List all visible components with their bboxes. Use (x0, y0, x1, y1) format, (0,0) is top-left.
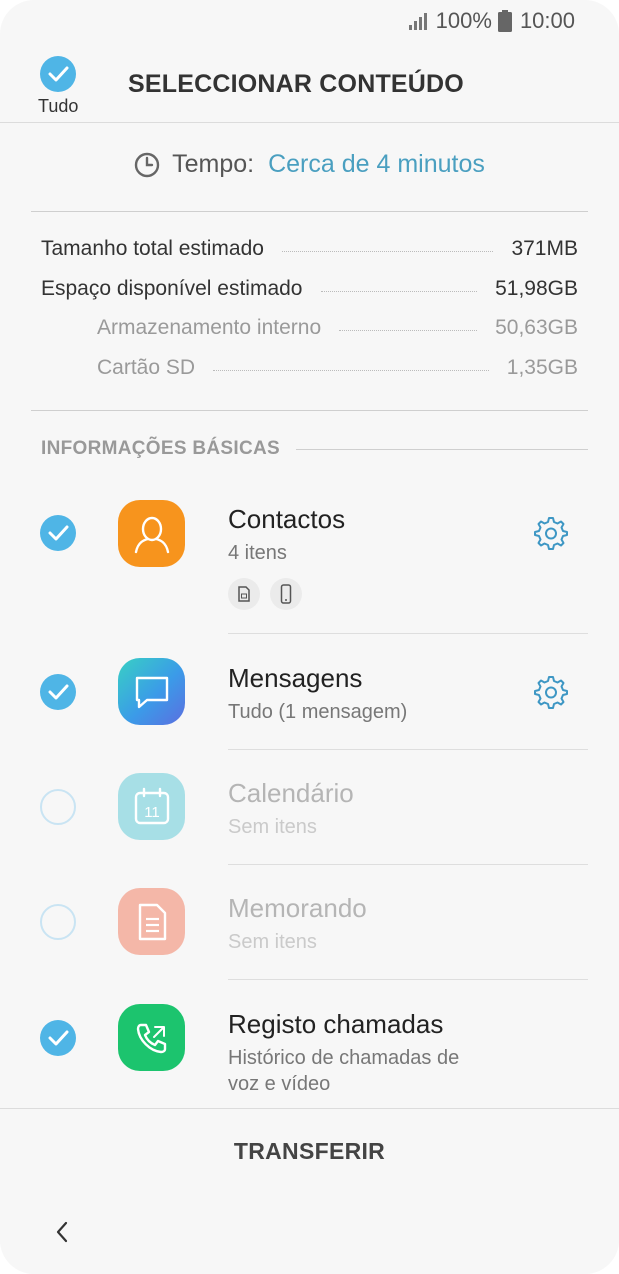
messages-settings-gear-icon[interactable] (531, 673, 569, 711)
divider (31, 211, 588, 212)
contacts-checkbox[interactable] (40, 515, 76, 551)
item-subtitle: 4 itens (228, 542, 287, 564)
select-all-label: Tudo (38, 96, 79, 116)
messages-icon (118, 658, 185, 725)
item-divider (228, 864, 588, 865)
storage-label: Tamanho total estimado (41, 237, 264, 260)
transfer-bar: TRANSFERIR (0, 1108, 619, 1194)
list-item-memo[interactable]: Memorando Sem itens (0, 887, 619, 979)
clock-icon (134, 152, 160, 177)
contacts-icon (118, 500, 185, 567)
phone-icon (270, 578, 302, 610)
time-label: Tempo: (172, 150, 255, 178)
storage-label: Espaço disponível estimado (41, 277, 303, 300)
storage-value: 51,98GB (495, 277, 578, 300)
list-item-call-log[interactable]: Registo chamadas Histórico de chamadas d… (0, 1003, 619, 1108)
calendar-icon: 11 (118, 773, 185, 840)
storage-label: Armazenamento interno (97, 316, 322, 339)
sim-card-icon (228, 578, 260, 610)
time-estimate: Tempo: Cerca de 4 minutos (0, 150, 619, 179)
item-title: Contactos (228, 504, 346, 534)
battery-percent: 100% (435, 8, 492, 33)
app-header: Tudo SELECCIONAR CONTEÚDO (0, 46, 619, 123)
select-all-checkbox[interactable] (40, 56, 76, 92)
contacts-sources (228, 578, 312, 610)
checkmark-icon (48, 684, 69, 700)
svg-text:11: 11 (144, 804, 160, 821)
item-title: Memorando (228, 893, 367, 923)
time-value: Cerca de 4 minutos (268, 150, 485, 178)
messages-checkbox[interactable] (40, 674, 76, 710)
contacts-settings-gear-icon[interactable] (531, 514, 569, 552)
status-bar: 100% 10:00 (0, 0, 619, 42)
battery-icon (497, 10, 512, 32)
storage-value: 50,63GB (495, 316, 578, 339)
list-item-messages[interactable]: Mensagens Tudo (1 mensagem) (0, 657, 619, 749)
memo-icon (118, 888, 185, 955)
transfer-button[interactable]: TRANSFERIR (234, 1138, 385, 1165)
storage-label: Cartão SD (97, 356, 196, 379)
calendar-checkbox[interactable] (40, 789, 76, 825)
dot-leader (339, 329, 478, 331)
item-title: Registo chamadas (228, 1009, 444, 1039)
section-header: INFORMAÇÕES BÁSICAS (41, 438, 588, 460)
checkmark-icon (48, 1030, 69, 1046)
list-item-calendar[interactable]: 11 Calendário Sem itens (0, 772, 619, 864)
navigation-bar (0, 1193, 619, 1274)
item-title: Mensagens (228, 663, 363, 693)
storage-row-internal: Armazenamento interno 50,63GB (97, 313, 578, 343)
item-subtitle: Tudo (1 mensagem) (228, 701, 408, 723)
storage-row-sd: Cartão SD 1,35GB (97, 353, 578, 383)
item-subtitle: Sem itens (228, 931, 317, 953)
storage-value: 1,35GB (506, 356, 578, 379)
call-log-icon (118, 1004, 185, 1071)
item-subtitle: voz e vídeo (228, 1073, 331, 1095)
checkmark-icon (48, 66, 69, 82)
section-line (296, 448, 588, 450)
item-subtitle: Sem itens (228, 816, 317, 838)
dot-leader (320, 290, 478, 292)
back-icon[interactable] (48, 1217, 78, 1247)
divider (31, 410, 588, 411)
item-divider (228, 633, 588, 634)
item-subtitle: Histórico de chamadas de (228, 1047, 460, 1069)
page-title: SELECCIONAR CONTEÚDO (128, 70, 464, 98)
call-log-checkbox[interactable] (40, 1020, 76, 1056)
storage-row-total: Tamanho total estimado 371MB (41, 234, 578, 264)
storage-value: 371MB (511, 237, 578, 260)
item-divider (228, 979, 588, 980)
storage-row-available: Espaço disponível estimado 51,98GB (41, 274, 578, 304)
checkmark-icon (48, 525, 69, 541)
clock: 10:00 (519, 8, 575, 33)
item-title: Calendário (228, 778, 354, 808)
section-title: INFORMAÇÕES BÁSICAS (41, 438, 280, 459)
screen: 100% 10:00 Tudo SELECCIONAR CONTEÚDO Tem… (0, 0, 619, 1274)
list-item-contacts[interactable]: Contactos 4 itens (0, 498, 619, 633)
dot-leader (213, 369, 489, 371)
dot-leader (281, 250, 494, 252)
signal-icon (408, 13, 427, 30)
memo-checkbox[interactable] (40, 904, 76, 940)
item-divider (228, 749, 588, 750)
